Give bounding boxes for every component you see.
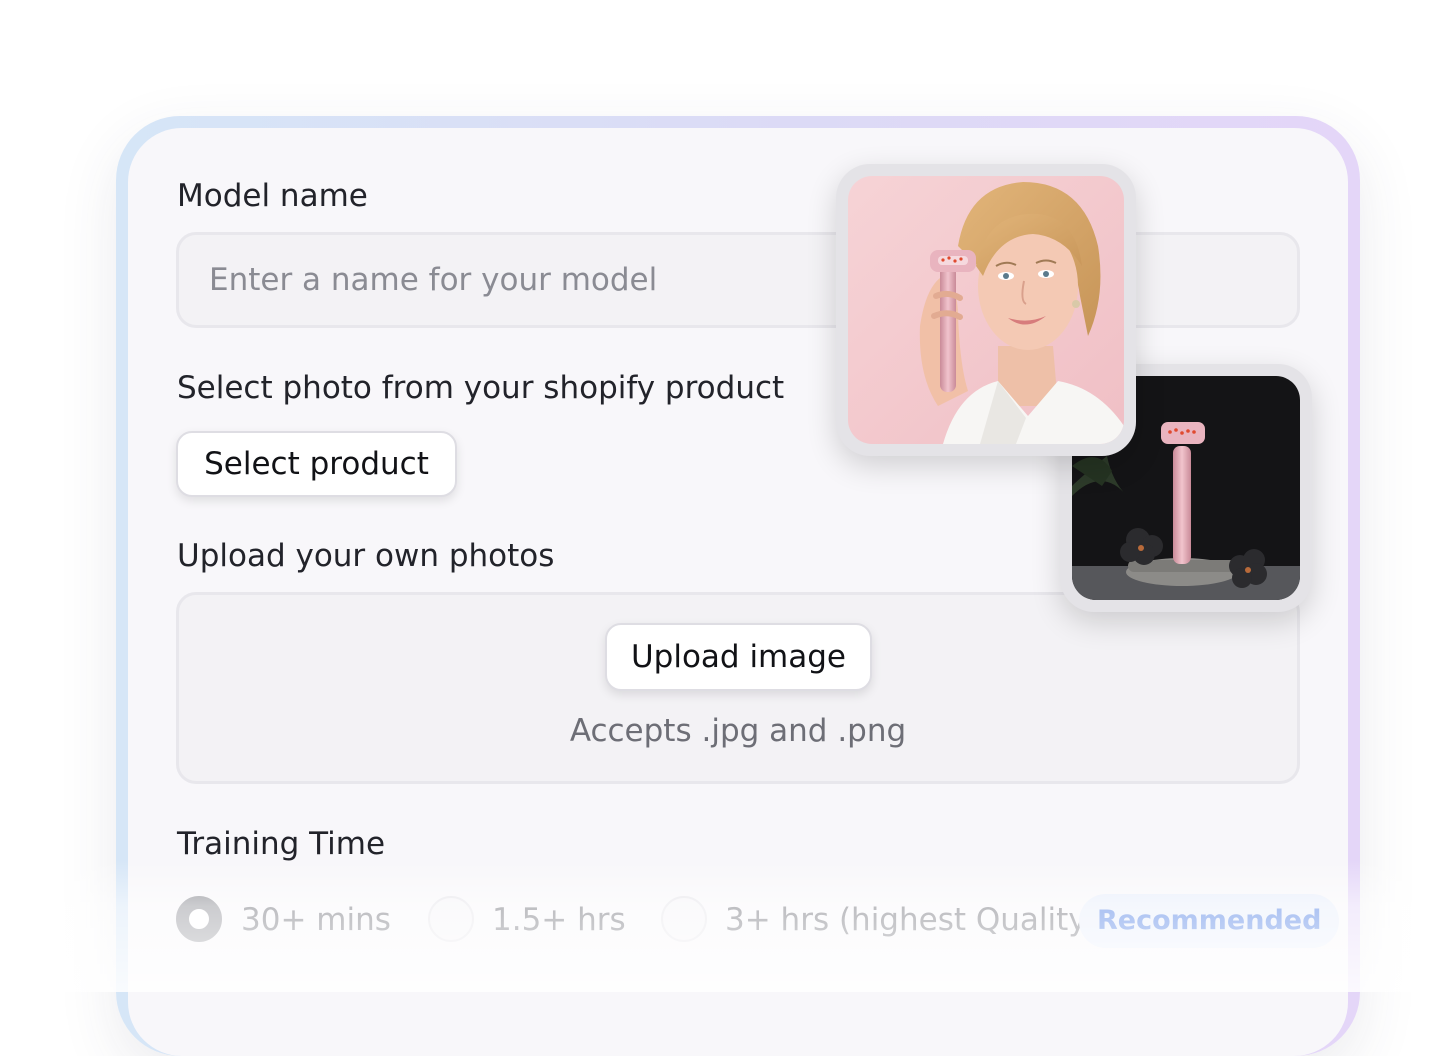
training-time-label: Training Time — [177, 826, 386, 862]
radio-label-30-mins: 30+ mins — [241, 902, 391, 938]
radio-3-hrs[interactable] — [661, 896, 707, 942]
upload-image-button[interactable]: Upload image — [605, 623, 872, 691]
training-time-options: 30+ mins 1.5+ hrs 3+ hrs (highest Qualit… — [176, 892, 1340, 952]
upload-dropzone[interactable]: Upload image Accepts .jpg and .png — [176, 592, 1300, 784]
upload-accepted-formats: Accepts .jpg and .png — [569, 713, 907, 749]
radio-30-mins[interactable] — [176, 896, 222, 942]
radio-label-1-5-hrs: 1.5+ hrs — [492, 902, 626, 938]
select-product-button[interactable]: Select product — [176, 431, 457, 497]
model-name-label: Model name — [177, 178, 368, 214]
radio-label-3-hrs: 3+ hrs (highest Quality — [725, 902, 1087, 938]
shopify-photo-label: Select photo from your shopify product — [177, 370, 785, 406]
model-photo-card — [836, 164, 1136, 456]
radio-1-5-hrs[interactable] — [428, 896, 474, 942]
upload-photos-label: Upload your own photos — [177, 538, 555, 574]
model-photo-image — [848, 176, 1124, 444]
recommended-badge: Recommended — [1079, 894, 1340, 948]
